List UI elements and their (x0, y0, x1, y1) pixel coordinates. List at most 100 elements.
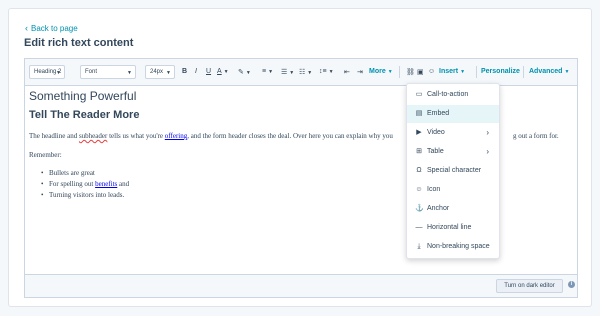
numbered-list-icon: ☷ (299, 69, 306, 76)
bullet-list-button[interactable]: ☰ ▼ (281, 68, 294, 76)
table-icon: ⊞ (416, 148, 422, 155)
image-button[interactable]: ▣ (417, 68, 424, 76)
chevron-down-icon: ▼ (460, 69, 466, 75)
editor-footer: Turn on dark editor i (25, 274, 577, 297)
horizontal-line-icon: — (415, 224, 423, 231)
menu-item-horizontal-line[interactable]: — Horizontal line (407, 219, 499, 237)
highlighter-icon: ✎ (238, 69, 244, 76)
outdent-icon: ⇤ (344, 69, 350, 76)
menu-item-non-breaking-space[interactable]: ⤓ Non-breaking space (407, 238, 499, 256)
menu-item-label: Anchor (427, 205, 450, 212)
link-button[interactable]: ⛓ (406, 68, 415, 76)
chevron-down-icon: ▼ (268, 69, 274, 75)
insert-dropdown-menu: ▭ Call-to-action ▤ Embed ▶ Video › ⊞ Table › Ω… (406, 83, 500, 259)
paragraph-text: tells us what you're (107, 132, 165, 140)
page-title: Edit rich text content (24, 37, 134, 49)
anchor-icon: ⚓ (415, 205, 424, 212)
advanced-menu-button[interactable]: Advanced ▼ (529, 68, 569, 75)
list-item-text: and (117, 180, 130, 188)
content-paragraph: The headline and subheader tells us what… (29, 132, 393, 140)
video-icon: ▶ (416, 129, 422, 136)
numbered-list-button[interactable]: ☷ ▼ (299, 68, 312, 76)
indent-icon: ⇥ (357, 69, 363, 76)
list-item-text: For spelling out (49, 180, 96, 188)
image-icon: ▣ (417, 69, 424, 76)
menu-item-label: Table (427, 148, 444, 155)
font-select[interactable]: Font ▼ (80, 65, 136, 79)
chevron-right-icon: › (486, 128, 489, 137)
nbsp-icon: ⤓ (417, 243, 421, 250)
line-height-button[interactable]: ↕≡ ▼ (319, 68, 334, 75)
chevron-down-icon: ▼ (223, 69, 229, 75)
chevron-down-icon: ▼ (127, 70, 132, 76)
benefits-link[interactable]: benefits (95, 180, 117, 188)
toolbar-divider (476, 66, 477, 78)
editor-toolbar: Heading 2 ▼ Font ▼ 24px ▼ B I U A ▼ ✎ ▼ ≡ ▼ ☰ ▼… (25, 59, 577, 86)
back-to-page-link[interactable]: ‹ Back to page (25, 23, 78, 33)
link-icon: ⛓ (406, 69, 415, 76)
chevron-down-icon: ▼ (564, 69, 570, 75)
text-color-label: A (217, 68, 222, 75)
more-label: More (369, 68, 386, 75)
heading-select[interactable]: Heading 2 ▼ (29, 65, 65, 79)
menu-item-label: Call-to-action (427, 91, 469, 98)
font-size-value: 24px (150, 69, 164, 75)
list-item: Bullets are great (41, 169, 129, 180)
menu-item-anchor[interactable]: ⚓ Anchor (407, 200, 499, 218)
paragraph-text: , and the form header closes the deal. O… (187, 132, 393, 140)
info-icon[interactable]: i (568, 281, 575, 288)
bold-button[interactable]: B (182, 68, 187, 75)
menu-item-icon[interactable]: ☺ Icon (407, 181, 499, 199)
menu-item-label: Non-breaking space (427, 243, 490, 250)
paragraph-tail: g out a form for. (513, 132, 559, 140)
insert-label: Insert (439, 68, 459, 75)
outdent-button[interactable]: ⇤ (344, 68, 350, 76)
emoji-icon: ☺ (428, 68, 436, 75)
list-item: Turning visitors into leads. (41, 191, 129, 202)
back-link-label: Back to page (31, 24, 78, 33)
chevron-down-icon: ▼ (289, 70, 295, 76)
insert-menu-button[interactable]: Insert ▼ (439, 68, 465, 75)
list-item: For spelling out benefits and (41, 180, 129, 191)
content-heading-1: Something Powerful (29, 89, 137, 103)
embed-icon: ▤ (415, 110, 423, 117)
offering-link[interactable]: offering (165, 132, 187, 140)
menu-item-special-character[interactable]: Ω Special character (407, 162, 499, 180)
chevron-right-icon: › (486, 147, 489, 156)
menu-item-label: Video (427, 129, 445, 136)
menu-item-embed[interactable]: ▤ Embed (407, 105, 499, 123)
text-color-button[interactable]: A ▼ (217, 68, 229, 75)
chevron-down-icon: ▼ (166, 70, 171, 76)
chevron-down-icon: ▼ (245, 70, 251, 76)
emoji-button[interactable]: ☺ (428, 68, 435, 75)
underline-button[interactable]: U (206, 68, 211, 75)
font-size-select[interactable]: 24px ▼ (145, 65, 175, 79)
editor-card: ‹ Back to page Edit rich text content Hea… (8, 8, 592, 307)
dark-editor-button[interactable]: Turn on dark editor (496, 279, 563, 293)
indent-button[interactable]: ⇥ (357, 68, 363, 76)
menu-item-label: Special character (427, 167, 482, 174)
icon-icon: ☺ (415, 186, 423, 193)
font-select-value: Font (85, 69, 98, 75)
chevron-down-icon: ▼ (328, 69, 334, 75)
align-left-icon: ≡ (262, 68, 267, 75)
menu-item-call-to-action[interactable]: ▭ Call-to-action (407, 86, 499, 104)
personalize-button[interactable]: Personalize (481, 68, 520, 75)
toolbar-divider (399, 66, 400, 78)
chevron-down-icon: ▼ (387, 69, 393, 75)
menu-item-label: Icon (427, 186, 441, 193)
menu-item-video[interactable]: ▶ Video › (407, 124, 499, 142)
menu-item-table[interactable]: ⊞ Table › (407, 143, 499, 161)
menu-item-label: Embed (427, 110, 450, 117)
chevron-down-icon: ▼ (56, 70, 61, 76)
line-height-icon: ↕≡ (319, 68, 327, 75)
more-menu-button[interactable]: More ▼ (369, 68, 393, 75)
bullet-list: Bullets are great For spelling out benef… (41, 169, 129, 202)
highlight-button[interactable]: ✎ ▼ (238, 68, 251, 76)
remember-text: Remember: (29, 151, 62, 159)
align-button[interactable]: ≡ ▼ (262, 68, 273, 75)
italic-button[interactable]: I (195, 68, 197, 75)
omega-icon: Ω (416, 167, 422, 174)
advanced-label: Advanced (529, 68, 563, 75)
paragraph-text: The headline and (29, 132, 79, 140)
